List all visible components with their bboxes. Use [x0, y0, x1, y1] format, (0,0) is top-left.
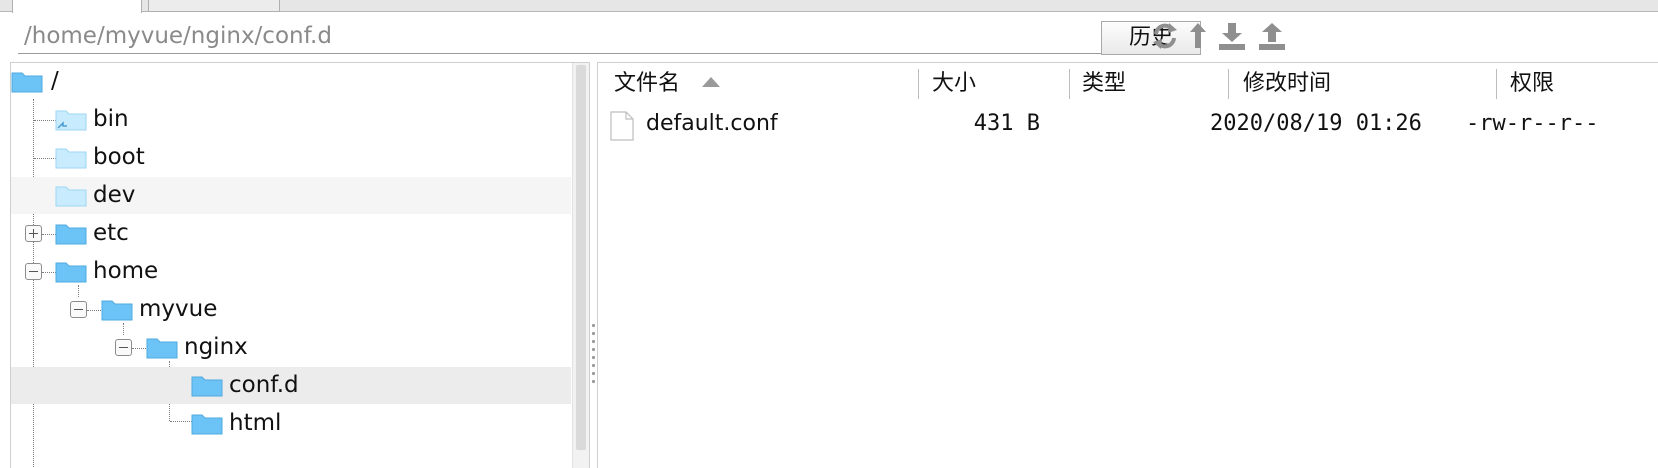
tree-scrollbar[interactable] — [572, 63, 589, 468]
tree-item-label: html — [229, 410, 282, 436]
column-header-permissions[interactable]: 权限 — [1510, 67, 1554, 101]
splitter-grip — [592, 340, 595, 343]
tab-inactive[interactable] — [148, 0, 280, 12]
refresh-icon[interactable] — [1150, 20, 1180, 52]
splitter-grip — [592, 332, 595, 335]
folder-icon — [55, 183, 87, 207]
column-separator[interactable] — [1069, 69, 1070, 99]
folder-icon — [55, 221, 87, 245]
tree-item-html[interactable]: html — [11, 405, 571, 442]
column-header-name[interactable]: 文件名 — [614, 67, 680, 101]
path-input[interactable] — [18, 20, 1088, 52]
folder-icon — [191, 411, 223, 435]
splitter-grip — [592, 364, 595, 367]
up-directory-icon[interactable] — [1187, 20, 1209, 52]
column-header-modified[interactable]: 修改时间 — [1243, 67, 1331, 101]
folder-icon — [191, 373, 223, 397]
folder-icon — [146, 335, 178, 359]
tree-item-label: nginx — [184, 334, 248, 360]
tree-item-label: dev — [93, 182, 136, 208]
file-name: default.conf — [646, 111, 778, 136]
column-separator[interactable] — [918, 69, 919, 99]
tree-item-boot[interactable]: boot — [11, 139, 571, 176]
folder-icon — [11, 69, 43, 93]
column-separator[interactable] — [1496, 69, 1497, 99]
tree-item-label: boot — [93, 144, 145, 170]
tree-item-label: / — [51, 68, 59, 94]
tree-item-dev[interactable]: dev — [11, 177, 571, 214]
tree-item-label: bin — [93, 106, 129, 132]
folder-icon — [101, 297, 133, 321]
tree-item-conf-d[interactable]: conf.d — [11, 367, 571, 404]
tree-item-bin[interactable]: bin — [11, 101, 571, 138]
tree-item-home[interactable]: home — [11, 253, 571, 290]
tab-strip — [0, 0, 1658, 13]
download-icon[interactable] — [1217, 20, 1247, 52]
column-separator[interactable] — [1228, 69, 1229, 99]
expand-toggle-icon[interactable] — [25, 225, 42, 242]
sort-ascending-icon — [702, 77, 720, 87]
collapse-toggle-icon[interactable] — [70, 301, 87, 318]
column-header-type[interactable]: 类型 — [1082, 67, 1126, 101]
column-header-size[interactable]: 大小 — [932, 67, 976, 101]
folder-link-icon — [55, 107, 87, 131]
tree-item-myvue[interactable]: myvue — [11, 291, 571, 328]
collapse-toggle-icon[interactable] — [115, 339, 132, 356]
upload-icon[interactable] — [1257, 20, 1287, 52]
file-modified: 2020/08/19 01:26 — [1210, 111, 1422, 136]
tree-item-nginx[interactable]: nginx — [11, 329, 571, 366]
tree-item-label: myvue — [139, 296, 218, 322]
tree-item-root[interactable]: / — [11, 63, 571, 100]
file-size: 431 B — [973, 111, 1040, 136]
file-permissions: -rw-r--r-- — [1466, 111, 1599, 136]
tree-item-label: conf.d — [229, 372, 299, 398]
tree-item-label: etc — [93, 220, 129, 246]
file-icon — [610, 111, 634, 141]
tree-item-label: home — [93, 258, 159, 284]
tree-item-etc[interactable]: etc — [11, 215, 571, 252]
splitter-grip — [592, 324, 595, 327]
path-bar — [18, 20, 1108, 54]
directory-tree: / bin boot dev etc home myvue nginx conf… — [10, 62, 590, 468]
splitter-grip — [592, 348, 595, 351]
tab-active[interactable] — [12, 0, 142, 13]
folder-icon — [55, 259, 87, 283]
folder-icon — [55, 145, 87, 169]
table-row[interactable]: default.conf 431 B 2020/08/19 01:26 -rw-… — [598, 105, 1658, 143]
splitter-grip — [592, 372, 595, 375]
scrollbar-thumb[interactable] — [576, 65, 586, 450]
splitter-grip — [592, 356, 595, 359]
splitter-grip — [592, 380, 595, 383]
collapse-toggle-icon[interactable] — [25, 263, 42, 280]
file-list: 文件名 大小 类型 修改时间 权限 default.conf 431 B 202… — [597, 62, 1658, 468]
